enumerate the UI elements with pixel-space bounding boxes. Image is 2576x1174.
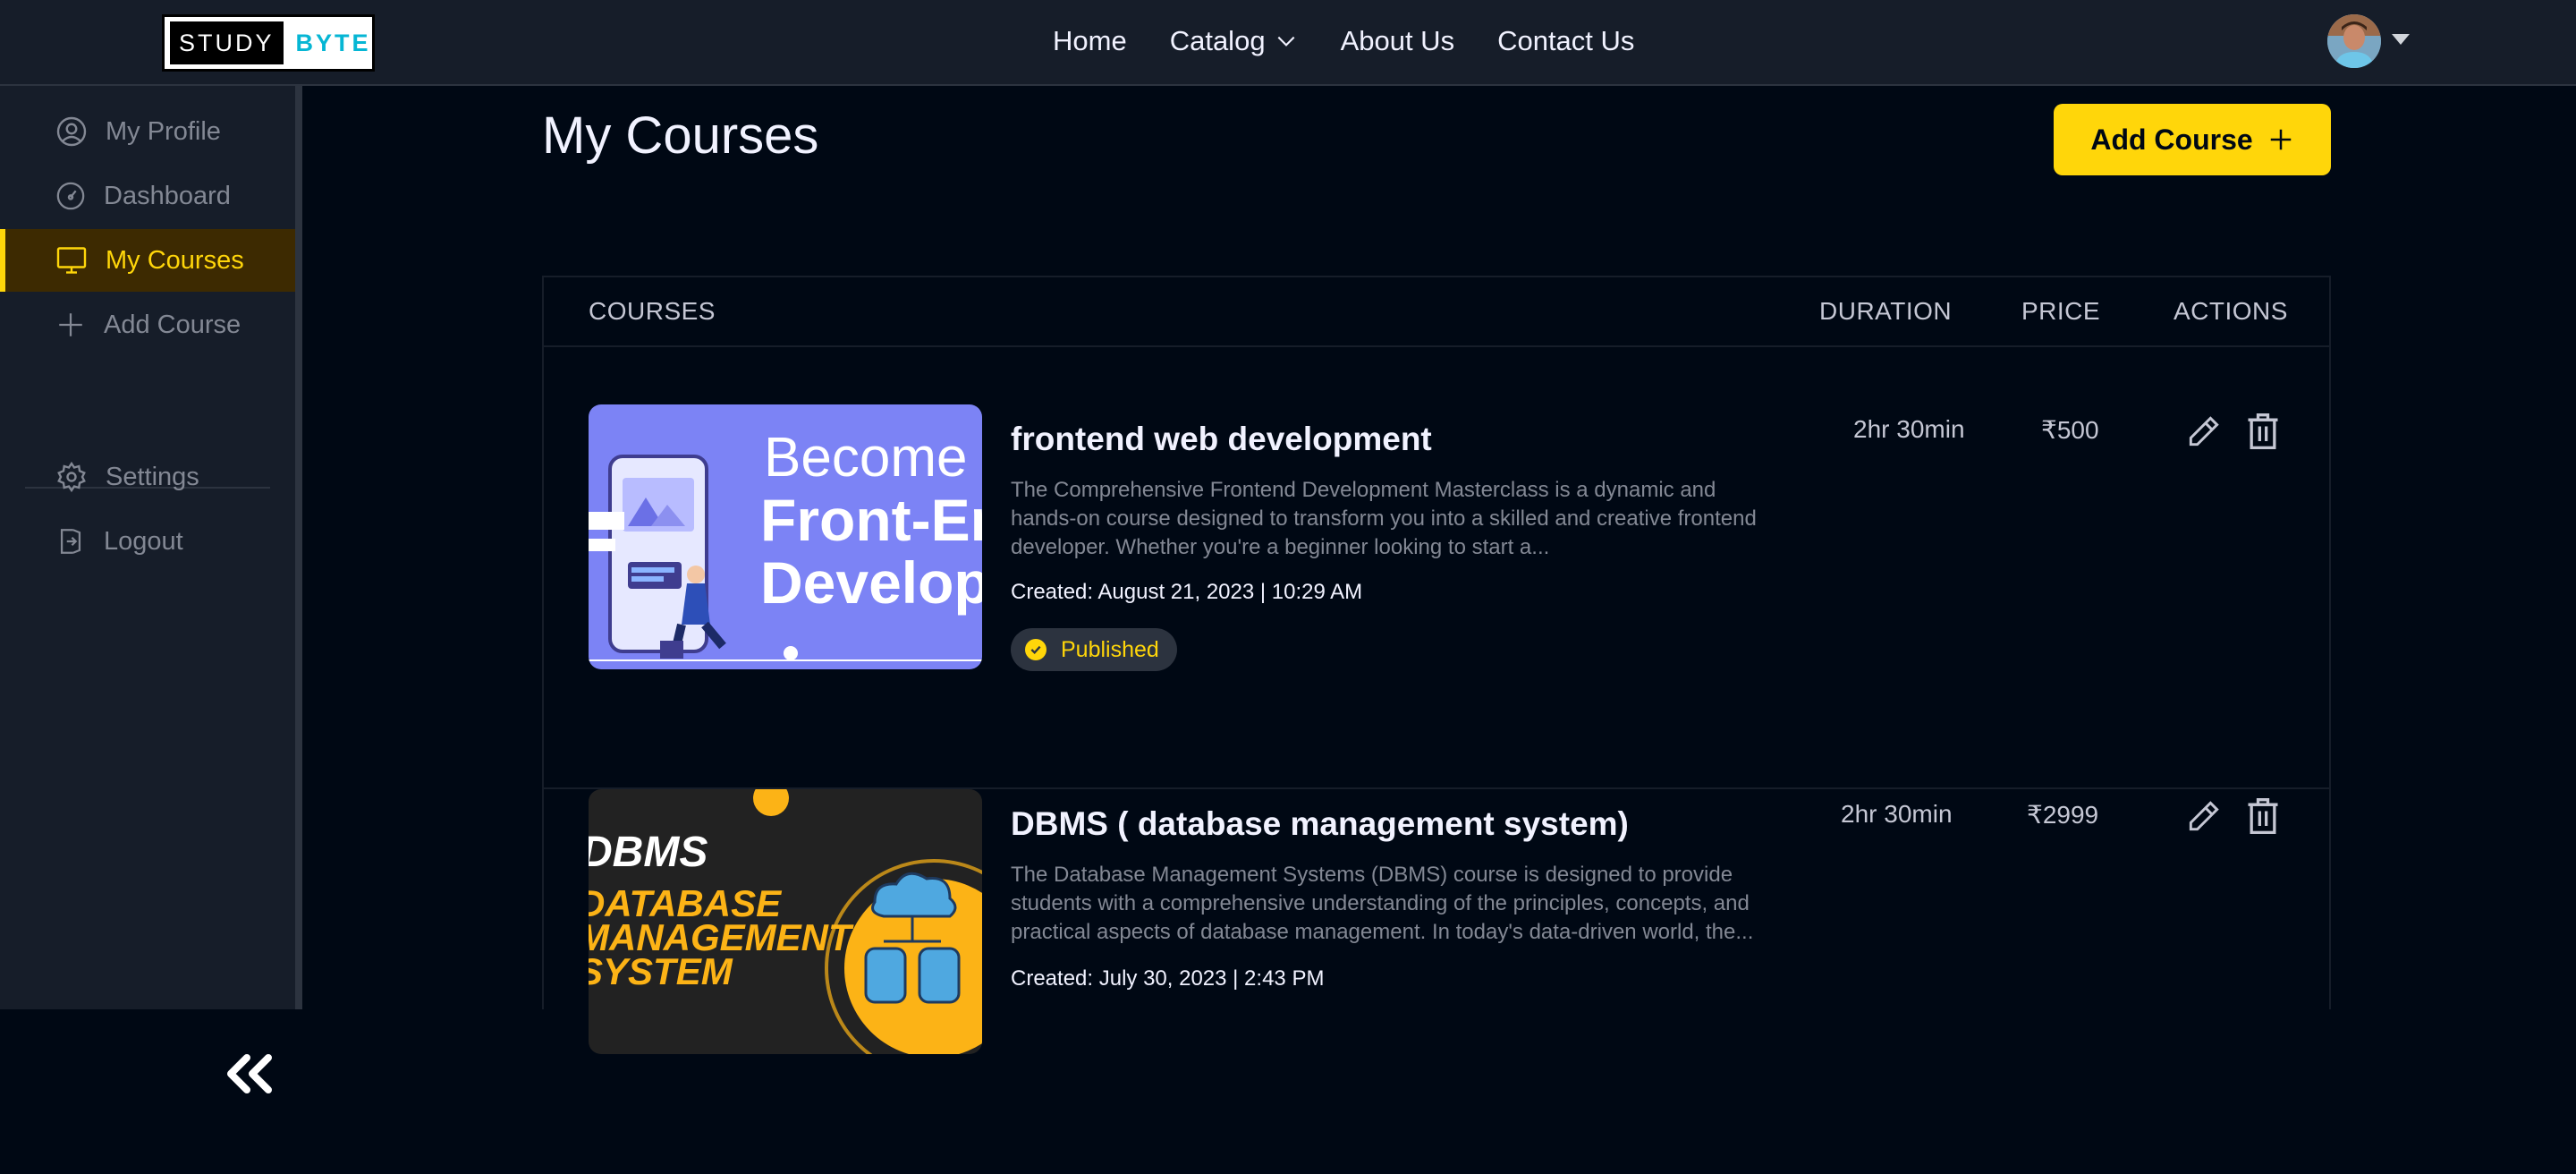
status-label: Published [1061,636,1159,662]
pencil-icon [2189,801,2219,831]
double-chevron-left-icon [227,1054,272,1093]
table-row: DBMS DATABASE MANAGEMENT SYSTEM DBMS ( d… [544,789,2329,1174]
sidebar-item-logout[interactable]: Logout [0,510,295,573]
course-duration: 2hr 30min [1853,415,1965,443]
trash-icon [2248,413,2278,449]
sidebar-item-label: Settings [106,462,199,491]
courses-table: COURSES DURATION PRICE ACTIONS Become Fr… [542,276,2331,1054]
collapse-sidebar-button[interactable] [222,1052,277,1100]
user-circle-icon [56,116,87,147]
sidebar-item-label: My Courses [106,245,244,275]
nav-catalog-label: Catalog [1169,25,1266,56]
sidebar-item-label: Dashboard [104,181,231,210]
logo-byte-text: BYTE [295,29,371,56]
course-description: The Comprehensive Frontend Development M… [1011,478,1757,559]
sidebar-item-my-profile[interactable]: My Profile [0,100,295,163]
profile-caret-icon[interactable] [2392,34,2410,45]
delete-button[interactable] [2243,412,2283,455]
course-created-date: Created: August 21, 2023 | 10:29 AM [1011,580,1363,604]
thumb-text: SYSTEM [589,950,733,992]
sidebar: My Profile Dashboard My Courses Add Cour… [0,86,295,1093]
sidebar-item-label: Add Course [104,310,242,339]
main-nav: Home Catalog About Us Contact Us [1053,25,1677,57]
check-circle-icon [1025,639,1046,660]
sidebar-scrollbar[interactable] [295,86,302,1009]
course-title[interactable]: DBMS ( database management system) [1011,805,1629,843]
course-duration: 2hr 30min [1841,800,1953,828]
gear-icon [57,461,86,493]
header-actions: ACTIONS [2174,297,2288,325]
logo-study-text: STUDY [170,21,284,64]
course-price: ₹500 [2041,416,2099,444]
trash-icon [2248,798,2278,834]
sidebar-item-my-courses[interactable]: My Courses [0,229,295,292]
add-course-button[interactable]: Add Course [2054,104,2331,175]
add-course-label: Add Course [2090,123,2253,156]
course-thumbnail[interactable]: DBMS DATABASE MANAGEMENT SYSTEM [589,789,982,1054]
thumb-text: Front-End [760,487,982,553]
table-row: Become Front-End Develop frontend web de… [544,404,2329,789]
table-header: COURSES DURATION PRICE ACTIONS [544,277,2329,347]
studybyte-logo[interactable]: STUDY BYTE [162,14,375,72]
avatar[interactable] [2327,14,2381,68]
top-navbar: STUDY BYTE Home Catalog About Us Contact… [0,0,2576,86]
sidebar-item-dashboard[interactable]: Dashboard [0,165,295,227]
thumb-text: DBMS [589,829,708,876]
nav-contact-label: Contact Us [1497,25,1635,56]
course-price: ₹2999 [2027,801,2099,829]
nav-contact-link[interactable]: Contact Us [1497,25,1634,57]
thumb-text: Develop [760,549,982,616]
nav-home-link[interactable]: Home [1053,25,1127,57]
sidebar-item-add-course[interactable]: Add Course [0,294,295,356]
plus-icon [59,313,82,336]
plus-icon [2270,129,2291,150]
sidebar-item-settings[interactable]: Settings [0,446,295,508]
monitor-icon [56,247,87,274]
header-courses: COURSES [589,297,716,325]
nav-about-link[interactable]: About Us [1341,25,1455,57]
edit-button[interactable] [2184,796,2224,840]
sidebar-item-label: My Profile [106,116,221,146]
pencil-icon [2189,416,2219,447]
header-price: PRICE [2021,297,2101,325]
nav-about-label: About Us [1340,25,1455,56]
nav-home-label: Home [1053,25,1127,56]
header-duration: DURATION [1819,297,1953,325]
thumb-text: Become [764,427,967,489]
course-description: The Database Management Systems (DBMS) c… [1011,863,1754,944]
gauge-icon [56,182,85,210]
nav-catalog-dropdown[interactable]: Catalog [1170,25,1298,57]
logout-icon [60,529,81,554]
sidebar-item-label: Logout [104,526,183,556]
status-badge: Published [1011,628,1177,671]
dbms-course-image: DBMS DATABASE MANAGEMENT SYSTEM [589,789,982,1054]
page-title: My Courses [542,106,819,165]
course-title[interactable]: frontend web development [1011,421,1432,458]
chevron-down-icon [1277,36,1294,47]
delete-button[interactable] [2243,796,2283,840]
course-thumbnail[interactable]: Become Front-End Develop [589,404,982,669]
edit-button[interactable] [2184,412,2224,455]
frontend-course-image: Become Front-End Develop [589,404,982,669]
user-photo-icon [2327,14,2381,68]
course-created-date: Created: July 30, 2023 | 2:43 PM [1011,966,1325,991]
